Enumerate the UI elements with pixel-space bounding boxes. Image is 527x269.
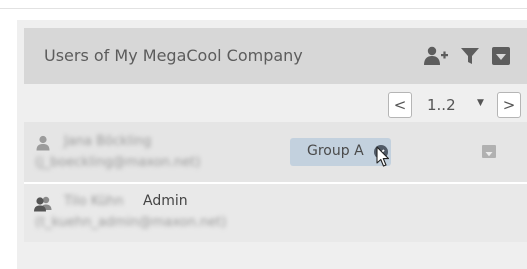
user-name: Jana Böckling bbox=[64, 134, 152, 149]
user-row[interactable]: Jana Böckling (j_boeckling@maxon.net) Gr… bbox=[24, 122, 527, 182]
collapse-icon[interactable] bbox=[491, 46, 511, 66]
group-chip-label: Group A bbox=[307, 143, 364, 159]
mouse-cursor-icon bbox=[376, 146, 390, 172]
user-name: Tilo Kühn bbox=[64, 194, 124, 209]
user-email: (j_boeckling@maxon.net) bbox=[35, 155, 201, 170]
chevron-down-icon[interactable]: ▼ bbox=[477, 98, 484, 108]
user-role: Admin bbox=[143, 193, 188, 209]
pagination: < 1..2 ▼ > bbox=[0, 92, 527, 120]
user-icon bbox=[36, 135, 50, 155]
page-range-select[interactable]: 1..2 bbox=[427, 96, 456, 114]
filter-icon[interactable] bbox=[460, 46, 480, 66]
user-row[interactable]: Tilo Kühn Admin (t_kuehn_admin@maxon.net… bbox=[24, 184, 527, 242]
prev-page-button[interactable]: < bbox=[388, 92, 412, 118]
add-user-icon[interactable] bbox=[423, 46, 449, 66]
panel-title: Users of My MegaCool Company bbox=[44, 46, 303, 65]
admin-users-icon bbox=[34, 196, 52, 216]
users-screen: Users of My MegaCool Company < 1..2 ▼ > … bbox=[0, 0, 527, 269]
next-page-button[interactable]: > bbox=[497, 92, 521, 118]
top-divider bbox=[0, 8, 527, 9]
panel-header: Users of My MegaCool Company bbox=[24, 28, 527, 84]
row-menu-icon[interactable] bbox=[482, 145, 496, 158]
user-email: (t_kuehn_admin@maxon.net) bbox=[35, 215, 227, 230]
